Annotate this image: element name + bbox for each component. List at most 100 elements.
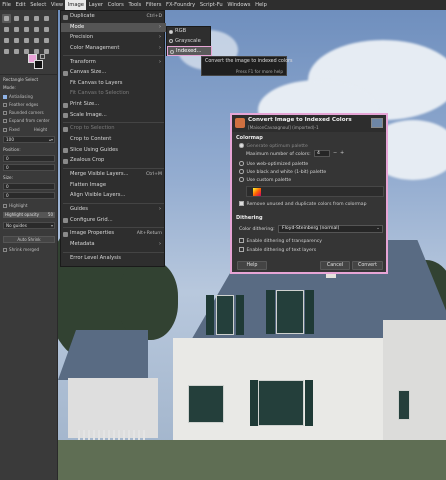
image-menu-mode[interactable]: Mode › (61, 22, 166, 33)
image-menu-error-level-analysis[interactable]: Error Level Analysis (61, 254, 166, 264)
menu-layer[interactable]: Layer (86, 0, 105, 10)
color-dithering-dropdown[interactable]: Floyd-Steinberg (normal) ⌄ (278, 225, 383, 233)
clone-icon[interactable] (2, 47, 11, 56)
reset-colors-icon[interactable] (40, 54, 45, 59)
image-menu-scale-image[interactable]: Scale Image... (61, 111, 166, 121)
pencil-icon[interactable] (22, 36, 31, 45)
paintbrush-icon[interactable] (12, 36, 21, 45)
menu-windows[interactable]: Windows (225, 0, 253, 10)
rounded-corners-checkbox[interactable]: Rounded corners (3, 110, 44, 115)
image-menu-metadata[interactable]: Metadata › (61, 240, 166, 250)
image-menu-canvas-size[interactable]: Canvas Size... (61, 68, 166, 78)
spin-arrows-icon[interactable]: ▴▾ (49, 137, 53, 142)
fixed-checkbox[interactable]: Fixed Height (3, 127, 47, 132)
rotate-icon[interactable] (32, 25, 41, 34)
position-x-field[interactable]: 0 (3, 155, 55, 162)
menu-select[interactable]: Select (28, 0, 49, 10)
expand-from-center-checkbox[interactable]: Expand from center (3, 118, 50, 123)
generate-optimum-radio[interactable]: Generate optimum palette (239, 143, 308, 149)
image-menu-fit-canvas-to-layers[interactable]: Fit Canvas to Layers (61, 79, 166, 89)
mode-grayscale[interactable]: Grayscale (167, 37, 212, 47)
photo-wall (383, 320, 446, 450)
menu-filters[interactable]: Filters (144, 0, 164, 10)
image-menu-color-management[interactable]: Color Management › (61, 44, 166, 54)
submenu-arrow-icon: › (159, 34, 161, 41)
decrement-icon[interactable]: − (333, 150, 337, 156)
shrink-merged-checkbox[interactable]: Shrink merged (3, 247, 39, 252)
free-select-icon[interactable] (22, 14, 31, 23)
highlight-checkbox[interactable]: Highlight (3, 203, 27, 208)
highlight-opacity-slider[interactable]: Highlight opacity 50 (3, 212, 55, 218)
rect-select-icon[interactable] (2, 14, 11, 23)
scale-icon[interactable] (42, 25, 51, 34)
web-palette-radio[interactable]: Use web-optimized palette (239, 161, 308, 167)
menu-fx-foundry[interactable]: FX-Foundry (164, 0, 198, 10)
menu-view[interactable]: View (49, 0, 66, 10)
menu-colors[interactable]: Colors (105, 0, 126, 10)
menu-item-label: Error Level Analysis (70, 254, 122, 261)
bw-palette-radio[interactable]: Use black and white (1-bit) palette (239, 169, 326, 175)
menu-help[interactable]: Help (253, 0, 269, 10)
image-menu-zealous-crop[interactable]: Zealous Crop (61, 156, 166, 166)
fuzzy-select-icon[interactable] (32, 14, 41, 23)
image-menu-image-properties[interactable]: Image Properties Alt+Return (61, 229, 166, 239)
max-colors-value: 4 (317, 151, 320, 156)
move-icon[interactable] (2, 25, 11, 34)
position-y-field[interactable]: 0 (3, 164, 55, 171)
image-menu-flatten-image[interactable]: Flatten Image (61, 181, 166, 191)
shrink-merged-label: Shrink merged (9, 247, 40, 252)
antialiasing-checkbox[interactable]: Antialiasing (3, 94, 33, 99)
image-menu-guides[interactable]: Guides › (61, 205, 166, 215)
text-tool-icon[interactable] (2, 36, 11, 45)
feather-edges-checkbox[interactable]: Feather edges (3, 102, 38, 107)
size-value: 100 (6, 137, 14, 142)
scissors-icon[interactable] (42, 14, 51, 23)
photo-shutter (206, 295, 214, 335)
dither-text-checkbox[interactable]: Enable dithering of text layers (239, 247, 316, 253)
image-menu-transform[interactable]: Transform › (61, 58, 166, 68)
image-menu-merge-visible-layers[interactable]: Merge Visible Layers... Ctrl+M (61, 170, 166, 180)
menu-script-fu[interactable]: Script-Fu (198, 0, 226, 10)
image-menu-crop-to-content[interactable]: Crop to Content (61, 135, 166, 145)
image-menu-align-visible-layers[interactable]: Align Visible Layers... (61, 191, 166, 201)
mode-indexed[interactable]: Indexed... (167, 46, 212, 56)
ellipse-select-icon[interactable] (12, 14, 21, 23)
background-color-swatch[interactable] (34, 60, 43, 69)
auto-shrink-button[interactable]: Auto Shrink (3, 236, 55, 243)
menu-item-label: Configure Grid... (70, 216, 113, 223)
menu-item-label: Metadata (70, 241, 95, 247)
image-menu-fit-canvas-to-selection[interactable]: Fit Canvas to Selection (61, 89, 166, 99)
fixed-mode-value: Height (33, 127, 48, 132)
convert-button[interactable]: Convert (352, 261, 383, 270)
menu-edit[interactable]: Edit (13, 0, 28, 10)
menu-file[interactable]: File (0, 0, 13, 10)
remove-unused-checkbox[interactable]: Remove unused and duplicate colors from … (239, 201, 367, 207)
generate-optimum-label: Generate optimum palette (246, 143, 308, 149)
custom-palette-radio[interactable]: Use custom palette (239, 177, 291, 183)
toolbox-panel: Rectangle Select Mode: Antialiasing Feat… (0, 10, 58, 480)
dither-transparency-checkbox[interactable]: Enable dithering of transparency (239, 238, 322, 244)
image-menu-precision[interactable]: Precision › (61, 33, 166, 43)
increment-icon[interactable]: + (340, 150, 344, 156)
airbrush-icon[interactable] (42, 36, 51, 45)
max-colors-input[interactable]: 4 (314, 150, 330, 157)
image-menu-duplicate[interactable]: Duplicate Ctrl+D (61, 12, 166, 22)
size-value-field[interactable]: 100 ▴▾ (3, 136, 55, 143)
align-icon[interactable] (12, 25, 21, 34)
menu-image[interactable]: Image (65, 0, 87, 10)
image-menu-print-size[interactable]: Print Size... (61, 100, 166, 110)
size-w-field[interactable]: 0 (3, 183, 55, 190)
heal-icon[interactable] (12, 47, 21, 56)
image-menu-crop-to-selection[interactable]: Crop to Selection (61, 124, 166, 134)
crop-tool-icon[interactable] (22, 25, 31, 34)
eraser-icon[interactable] (32, 36, 41, 45)
guides-dropdown[interactable]: No guides ▾ (3, 222, 55, 229)
palette-selector[interactable] (246, 186, 384, 197)
menu-tools[interactable]: Tools (126, 0, 143, 10)
image-menu-slice-using-guides[interactable]: Slice Using Guides (61, 146, 166, 156)
size-h-field[interactable]: 0 (3, 192, 55, 199)
mode-rgb[interactable]: RGB (167, 27, 212, 37)
help-button[interactable]: Help (237, 261, 267, 270)
image-menu-configure-grid[interactable]: Configure Grid... (61, 216, 166, 226)
cancel-button[interactable]: Cancel (320, 261, 350, 270)
